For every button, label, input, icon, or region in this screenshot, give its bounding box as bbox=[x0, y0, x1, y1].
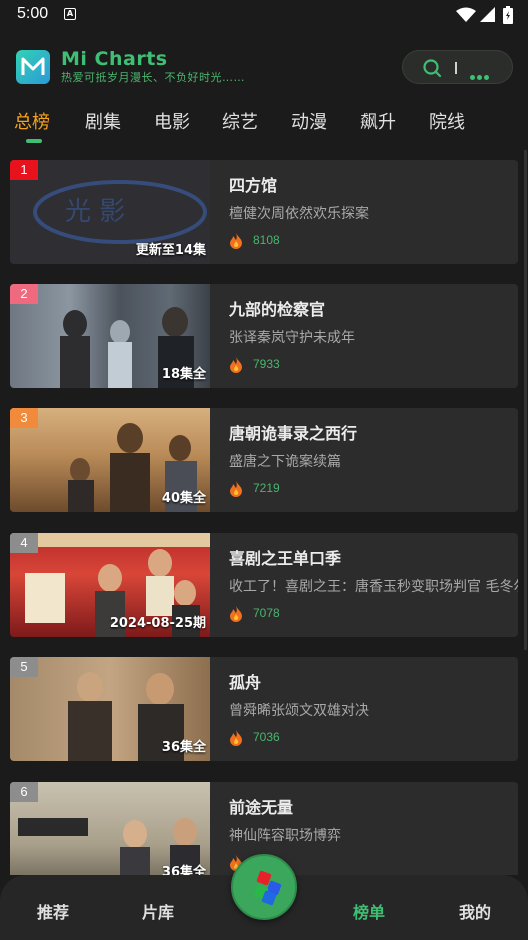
heat-value: 7933 bbox=[253, 357, 280, 371]
rank-badge: 6 bbox=[10, 782, 38, 802]
poster-thumbnail: 4 2024-08-25期 bbox=[10, 533, 210, 637]
rank-badge: 2 bbox=[10, 284, 38, 304]
fire-icon bbox=[230, 606, 242, 622]
item-title: 喜剧之王单口季 bbox=[229, 549, 342, 568]
tab-rising[interactable]: 飙升 bbox=[360, 108, 396, 134]
fire-icon bbox=[230, 730, 242, 746]
list-item[interactable]: 4 2024-08-25期 喜剧之王单口季 收工了！喜剧之王：唐香玉秒变职场判官… bbox=[10, 533, 518, 637]
cube-icon bbox=[253, 870, 282, 906]
item-description: 张译秦岚守护未成年 bbox=[229, 330, 355, 346]
center-action-button[interactable] bbox=[231, 854, 297, 920]
notification-icon: A bbox=[64, 8, 76, 20]
list-item[interactable]: 3 40集全 唐朝诡事录之西行 盛唐之下诡案续篇 7219 bbox=[10, 408, 518, 512]
signal-icon bbox=[480, 7, 495, 22]
poster-thumbnail: 5 36集全 bbox=[10, 657, 210, 761]
item-title: 孤舟 bbox=[229, 673, 262, 692]
capsule-divider bbox=[455, 62, 457, 74]
item-description: 曾舜晞张颂文双雄对决 bbox=[229, 703, 369, 719]
poster-thumbnail: 光 影 1 更新至14集 bbox=[10, 160, 210, 264]
item-description: 盛唐之下诡案续篇 bbox=[229, 454, 341, 470]
heat-value: 7078 bbox=[253, 606, 280, 620]
poster-thumbnail: 2 18集全 bbox=[10, 284, 210, 388]
app-title: Mi Charts bbox=[61, 48, 168, 70]
rank-badge: 1 bbox=[10, 160, 38, 180]
item-description: 檀健次周依然欢乐探案 bbox=[229, 206, 369, 222]
list-item[interactable]: 5 36集全 孤舟 曾舜晞张颂文双雄对决 7036 bbox=[10, 657, 518, 761]
tab-anime[interactable]: 动漫 bbox=[291, 108, 327, 134]
item-title: 前途无量 bbox=[229, 798, 294, 817]
fire-icon bbox=[230, 481, 242, 497]
item-title: 唐朝诡事录之西行 bbox=[229, 424, 358, 443]
nav-recommend[interactable]: 推荐 bbox=[37, 899, 69, 923]
episode-label: 2024-08-25期 bbox=[109, 616, 206, 631]
list-scrollbar[interactable] bbox=[524, 150, 527, 650]
svg-text:光 影: 光 影 bbox=[65, 197, 125, 227]
heat-value: 8108 bbox=[253, 233, 280, 247]
episode-label: 36集全 bbox=[161, 865, 206, 875]
item-title: 九部的检察官 bbox=[229, 300, 326, 319]
app-logo bbox=[16, 50, 50, 84]
wifi-icon bbox=[456, 7, 476, 22]
app-slogan: 热爱可抵岁月漫长、不负好时光…… bbox=[61, 71, 245, 84]
rank-badge: 3 bbox=[10, 408, 38, 428]
item-description: 神仙阵容职场博弈 bbox=[229, 828, 341, 844]
more-icon[interactable] bbox=[470, 65, 491, 84]
nav-charts[interactable]: 榜单 bbox=[353, 899, 385, 923]
fire-icon bbox=[230, 233, 242, 249]
nav-library[interactable]: 片库 bbox=[142, 899, 174, 923]
episode-label: 40集全 bbox=[161, 491, 206, 506]
fire-icon bbox=[230, 357, 242, 373]
poster-thumbnail: 6 36集全 bbox=[10, 782, 210, 875]
rank-badge: 5 bbox=[10, 657, 38, 677]
tab-overall[interactable]: 总榜 bbox=[14, 108, 50, 134]
tab-cinema[interactable]: 院线 bbox=[429, 108, 465, 134]
nav-mine[interactable]: 我的 bbox=[459, 899, 491, 923]
item-description: 收工了！喜剧之王：唐香玉秒变职场判官 毛冬尔 bbox=[229, 579, 518, 595]
battery-icon bbox=[503, 6, 513, 24]
category-tabs: 总榜 剧集 电影 综艺 动漫 飙升 院线 bbox=[0, 108, 528, 148]
item-title: 四方馆 bbox=[229, 176, 278, 195]
heat-value: 7036 bbox=[253, 730, 280, 744]
active-tab-indicator bbox=[26, 139, 42, 143]
list-item[interactable]: 光 影 1 更新至14集 四方馆 檀健次周依然欢乐探案 8108 bbox=[10, 160, 518, 264]
list-item[interactable]: 2 18集全 九部的检察官 张译秦岚守护未成年 7933 bbox=[10, 284, 518, 388]
episode-label: 更新至14集 bbox=[135, 243, 206, 258]
header-capsule bbox=[402, 50, 513, 84]
episode-label: 18集全 bbox=[161, 367, 206, 382]
poster-thumbnail: 3 40集全 bbox=[10, 408, 210, 512]
search-icon[interactable] bbox=[422, 58, 442, 78]
logo-m-icon bbox=[21, 57, 45, 75]
tab-movie[interactable]: 电影 bbox=[154, 108, 190, 134]
ranking-list: 光 影 1 更新至14集 四方馆 檀健次周依然欢乐探案 8108 2 18集全 … bbox=[0, 150, 528, 875]
tab-variety[interactable]: 综艺 bbox=[222, 108, 258, 134]
app-header: Mi Charts 热爱可抵岁月漫长、不负好时光…… bbox=[0, 40, 528, 94]
status-time: 5:00 bbox=[17, 5, 49, 22]
status-bar: 5:00 A bbox=[0, 0, 528, 30]
rank-badge: 4 bbox=[10, 533, 38, 553]
heat-value: 7219 bbox=[253, 481, 280, 495]
episode-label: 36集全 bbox=[161, 740, 206, 755]
tab-series[interactable]: 剧集 bbox=[85, 108, 121, 134]
